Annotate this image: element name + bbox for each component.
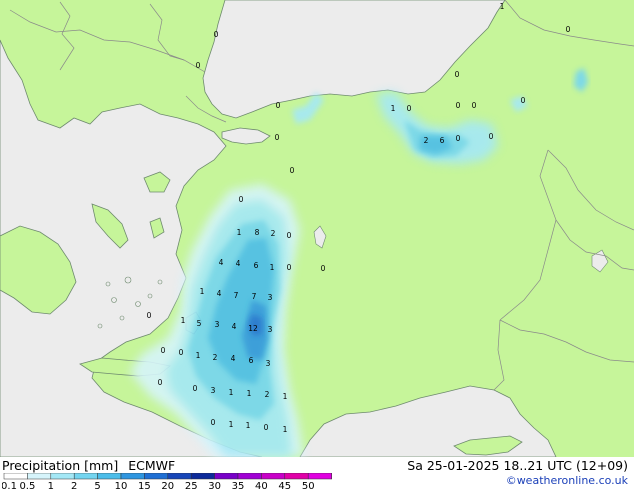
precip-value-label: 0 (211, 418, 216, 427)
precip-value-label: 0 (179, 348, 184, 357)
legend-swatch (190, 473, 215, 480)
precip-value-label: 5 (197, 319, 202, 328)
legend-tick-label: 20 (161, 481, 174, 490)
legend-tick-label: 15 (138, 481, 151, 490)
precip-value-label: 0 (196, 61, 201, 70)
legend-tick-label: 30 (208, 481, 221, 490)
legend-swatch (50, 473, 75, 480)
legend-tick-label: 35 (232, 481, 245, 490)
map-footer: Precipitation [mm] ECMWF Sa 25-01-2025 18… (0, 457, 634, 490)
legend-swatch (261, 473, 286, 480)
map-title: Precipitation [mm] ECMWF (2, 458, 175, 473)
legend-swatch (167, 473, 192, 480)
legend-swatch (27, 473, 52, 480)
precip-value-label: 8 (255, 228, 260, 237)
precip-value-label: 0 (456, 134, 461, 143)
precip-value-label: 0 (566, 25, 571, 34)
legend-swatch (214, 473, 239, 480)
precip-value-label: 0 (407, 104, 412, 113)
precip-value-label: 1 (283, 425, 288, 434)
legend-tick-label: 2 (71, 481, 77, 490)
forecast-datetime: Sa 25-01-2025 18..21 UTC (12+09) (407, 458, 628, 473)
precip-value-label: 6 (440, 136, 445, 145)
legend-swatch (307, 473, 332, 480)
forecast-map-view: 1 0 0 0 0 0 1 0 0 0 0 0 2 6 0 0 0 0 1 8 2 0 4 4 6 1 0 0 1 4 7 7 3 0 1 5 3 4 12… (0, 0, 634, 490)
legend-tick-label: 5 (94, 481, 100, 490)
precip-value-label: 1 (246, 421, 251, 430)
precip-value-label: 0 (214, 30, 219, 39)
precip-value-label: 3 (211, 386, 216, 395)
precip-value-label: 0 (158, 378, 163, 387)
precip-value-label: 4 (217, 289, 222, 298)
precip-value-label: 4 (232, 322, 237, 331)
precipitation-map[interactable]: 100000 1 0 0 000 2 6 0 0001 8 2 04 4 6 1 0 01 4 7 7 301 5 3 4 12… (0, 0, 634, 457)
precip-value-label: 6 (254, 261, 259, 270)
precip-value-label: 0 (455, 70, 460, 79)
precip-value-label: 1 (500, 2, 505, 11)
precip-value-label: 2 (213, 353, 218, 362)
precip-value-label: 2 (271, 229, 276, 238)
precip-value-label: 0 (275, 133, 280, 142)
precip-value-label: 7 (252, 292, 257, 301)
precip-value-label: 7 (234, 291, 239, 300)
title-text: Precipitation [mm] (2, 458, 119, 473)
precip-value-label: 12 (248, 324, 258, 333)
precip-value-label: 1 (391, 104, 396, 113)
precip-value-label: 1 (229, 388, 234, 397)
precipitation-legend: 0.1 0.5 1 2 5 10 15 20 25 30 35 40 45 50 (2, 473, 332, 490)
precip-value-label: 0 (287, 263, 292, 272)
site-credit[interactable]: ©weatheronline.co.uk (506, 474, 628, 487)
precip-value-label: 0 (161, 346, 166, 355)
precip-value-label: 0 (489, 132, 494, 141)
legend-swatch (284, 473, 309, 480)
precip-value-label: 4 (236, 259, 241, 268)
legend-tick-label: 10 (115, 481, 128, 490)
legend-tick-label: 50 (302, 481, 315, 490)
precip-value-label: 1 (247, 389, 252, 398)
precip-value-label: 3 (215, 320, 220, 329)
legend-swatch (120, 473, 145, 480)
legend-swatch (144, 473, 169, 480)
precip-value-label: 0 (239, 195, 244, 204)
legend-swatch (237, 473, 262, 480)
precip-value-label: 0 (521, 96, 526, 105)
precip-value-label: 0 (472, 101, 477, 110)
precip-value-label: 1 (283, 392, 288, 401)
legend-tick-label: 40 (255, 481, 268, 490)
precip-value-label: 3 (266, 359, 271, 368)
precip-value-label: 2 (265, 390, 270, 399)
precip-value-label: 0 (193, 384, 198, 393)
precip-value-label: 1 (237, 228, 242, 237)
precip-value-label: 1 (200, 287, 205, 296)
precip-value-label: 0 (147, 311, 152, 320)
precip-value-label: 1 (196, 351, 201, 360)
precip-value-label: 0 (456, 101, 461, 110)
precip-value-label: 1 (270, 263, 275, 272)
precip-value-label: 6 (249, 356, 254, 365)
legend-tick-label: 1 (48, 481, 54, 490)
precip-value-label: 0 (321, 264, 326, 273)
precip-value-label: 0 (276, 101, 281, 110)
precip-value-label: 2 (424, 136, 429, 145)
legend-swatch (3, 473, 28, 480)
legend-swatch (97, 473, 122, 480)
precip-value-label: 0 (264, 423, 269, 432)
precip-value-label: 0 (287, 231, 292, 240)
precip-value-label: 4 (231, 354, 236, 363)
precip-value-label: 3 (268, 325, 273, 334)
legend-tick-label: 0.1 (2, 481, 17, 490)
legend-swatch (73, 473, 98, 480)
precip-value-label: 1 (181, 316, 186, 325)
precip-value-label: 1 (229, 420, 234, 429)
precip-value-label: 4 (219, 258, 224, 267)
precip-value-label: 0 (290, 166, 295, 175)
legend-tick-label: 0.5 (19, 481, 35, 490)
legend-tick-label: 45 (278, 481, 291, 490)
legend-tick-label: 25 (185, 481, 198, 490)
model-name: ECMWF (128, 458, 176, 473)
precip-value-label: 3 (268, 293, 273, 302)
